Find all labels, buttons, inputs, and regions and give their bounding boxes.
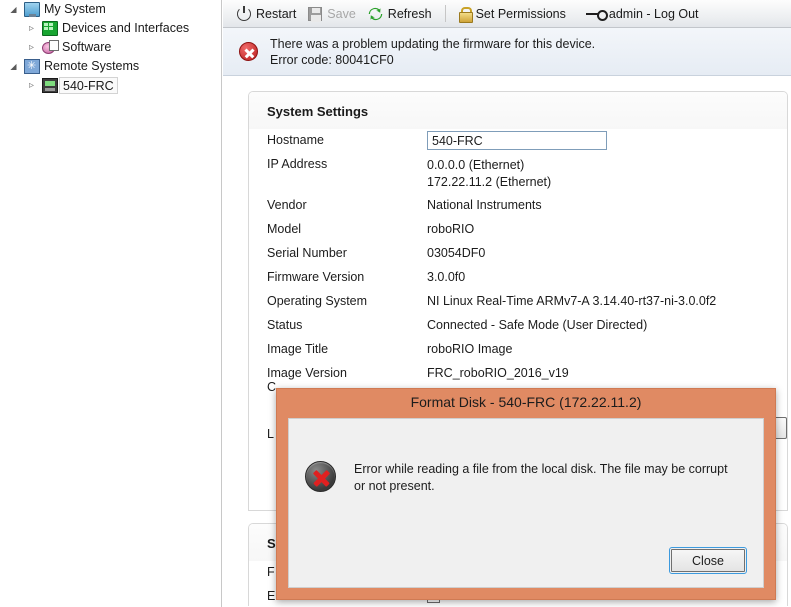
error-circle-icon [305, 461, 336, 492]
floppy-disk-icon [308, 6, 323, 22]
field-label: Vendor [267, 198, 307, 212]
software-icon [42, 40, 59, 55]
field-value: roboRIO [427, 222, 475, 236]
tree-item-remote-systems[interactable]: Remote Systems [0, 57, 221, 76]
tree-item-software[interactable]: Software [0, 38, 221, 57]
refresh-label: Refresh [387, 6, 432, 21]
startup-obscured-label: F [267, 565, 275, 579]
field-row: Operating System NI Linux Real-Time ARMv7… [249, 294, 787, 318]
tree-item-my-system[interactable]: My System [0, 0, 221, 19]
field-label: Status [267, 318, 303, 332]
field-label: Operating System [267, 294, 368, 308]
system-settings-title: System Settings [249, 92, 787, 129]
hostname-input[interactable] [427, 131, 607, 150]
field-value: Connected - Safe Mode (User Directed) [427, 318, 648, 332]
field-label: Image Title [267, 342, 329, 356]
field-label: IP Address [267, 157, 328, 171]
restart-label: Restart [256, 6, 297, 21]
save-label: Save [327, 6, 356, 21]
field-value: FRC_roboRIO_2016_v19 [427, 366, 569, 380]
toolbar: Restart Save Refresh Set Permissions adm… [223, 0, 791, 28]
expand-arrow-icon[interactable] [26, 23, 37, 34]
expand-arrow-icon[interactable] [26, 80, 37, 91]
field-value: National Instruments [427, 198, 542, 212]
tree-item-540-frc[interactable]: 540-FRC [0, 76, 221, 95]
collapse-arrow-icon[interactable] [8, 4, 19, 15]
field-value: 3.0.0f0 [427, 270, 466, 284]
remote-systems-icon [24, 57, 40, 76]
tree-item-label: Devices and Interfaces [62, 21, 190, 35]
set-permissions-button[interactable]: Set Permissions [453, 3, 572, 25]
roborio-icon [42, 78, 58, 93]
lock-icon [458, 6, 473, 23]
field-value: roboRIO Image [427, 342, 513, 356]
dialog-title: Format Disk - 540-FRC (172.22.11.2) [277, 389, 775, 415]
collapse-arrow-icon[interactable] [8, 61, 19, 72]
hostname-label: Hostname [267, 133, 324, 147]
account-label: admin - Log Out [608, 6, 699, 21]
tree-item-label: Software [62, 40, 112, 54]
field-row: Status Connected - Safe Mode (User Direct… [249, 318, 787, 342]
restart-button[interactable]: Restart [231, 3, 302, 25]
save-button[interactable]: Save [302, 3, 362, 25]
error-banner-text: There was a problem updating the firmwar… [270, 36, 595, 68]
field-value: NI Linux Real-Time ARMv7-A 3.14.40-rt37-… [427, 294, 717, 308]
field-row: Model roboRIO [249, 222, 787, 246]
field-value: 03054DF0 [427, 246, 486, 260]
system-tree-panel[interactable]: My System Devices and Interfaces Software R… [0, 0, 222, 607]
obscured-field-label: L [267, 427, 274, 441]
dialog-message-row: Error while reading a file from the loca… [305, 461, 745, 495]
account-logout-button[interactable]: admin - Log Out [580, 3, 705, 25]
tree-item-label: Remote Systems [44, 59, 140, 73]
set-permissions-label: Set Permissions [475, 6, 566, 21]
refresh-button[interactable]: Refresh [362, 3, 438, 25]
error-banner-line1: There was a problem updating the firmwar… [270, 36, 596, 51]
field-label: Image Version [267, 366, 347, 380]
field-row: Image Title roboRIO Image [249, 342, 787, 366]
key-icon [585, 9, 608, 21]
field-value: 0.0.0.0 (Ethernet) [427, 158, 525, 172]
dialog-body: Error while reading a file from the loca… [288, 418, 764, 588]
tree-item-devices-and-interfaces[interactable]: Devices and Interfaces [0, 19, 221, 38]
application-window: My System Devices and Interfaces Software R… [0, 0, 791, 607]
tree-item-label: 540-FRC [59, 77, 118, 94]
expand-arrow-icon[interactable] [26, 42, 37, 53]
error-circle-icon [239, 42, 258, 61]
field-row: Serial Number 03054DF0 [249, 246, 787, 270]
field-row: IP Address 0.0.0.0 (Ethernet) 172.22.11.2 … [249, 157, 787, 198]
dialog-message: Error while reading a file from the loca… [354, 462, 728, 493]
tree-item-label: My System [44, 2, 106, 16]
devices-icon [42, 21, 58, 36]
field-value-secondary: 172.22.11.2 (Ethernet) [427, 175, 552, 189]
field-label: Serial Number [267, 246, 347, 260]
firmware-error-banner: There was a problem updating the firmwar… [223, 28, 791, 76]
hostname-row: Hostname [249, 131, 787, 157]
refresh-icon [368, 7, 383, 21]
field-label: Model [267, 222, 302, 236]
field-row: Vendor National Instruments [249, 198, 787, 222]
format-disk-dialog: Format Disk - 540-FRC (172.22.11.2) Erro… [276, 388, 776, 600]
field-row: Firmware Version 3.0.0f0 [249, 270, 787, 294]
close-button[interactable]: Close [669, 547, 747, 574]
field-label: Firmware Version [267, 270, 365, 284]
toolbar-separator [444, 5, 446, 22]
obscured-field-label: C [267, 380, 277, 394]
power-icon [237, 5, 251, 21]
error-banner-line2: Error code: 80041CF0 [270, 52, 394, 67]
monitor-icon [24, 2, 40, 17]
